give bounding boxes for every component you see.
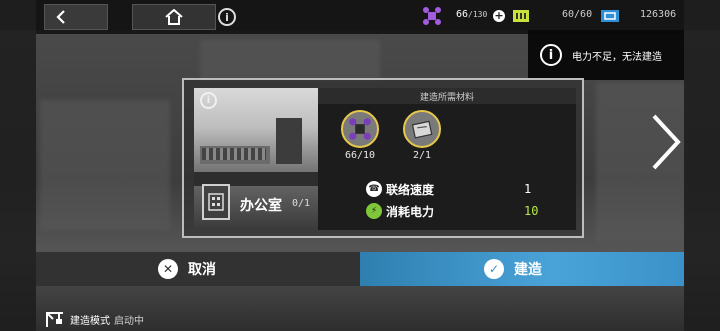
chevron-right-icon[interactable] [646,112,686,172]
stat-value: 1 [524,182,532,196]
battery-count: 60/60 [562,9,593,20]
top-bar: i 66/130 + 60/60 126306 [36,0,684,34]
check-icon: ✓ [484,259,504,279]
material-item[interactable]: 66/10 [340,110,380,161]
back-button[interactable] [44,4,108,30]
info-icon[interactable]: i [200,92,217,109]
room-count: 0/1 [292,198,311,209]
coin-count: 126306 [640,9,677,20]
build-button[interactable]: ✓ 建造 [360,252,684,286]
home-icon [165,9,183,25]
notice-text: 电力不足，无法建造 [572,51,662,63]
info-icon[interactable]: i [218,8,236,26]
build-mode-label: 建造模式 [70,315,110,327]
stat-power-consumption: ⚡ 消耗电力 [366,202,434,220]
cancel-label: 取消 [188,262,216,278]
material-item[interactable]: 2/1 [402,110,442,161]
contact-icon: ☎ [366,181,382,197]
stat-label: 消耗电力 [386,204,435,219]
requirements-title: 建造所需材料 [318,88,576,104]
drone-icon [349,118,371,140]
plus-icon[interactable]: + [493,10,505,22]
close-icon: ✕ [158,259,178,279]
build-dialog: i 建造所需材料 66/10 2/1 办公室 0/1 ☎ 联络速度 1 ⚡ 消耗… [182,78,584,238]
drone-max: /130 [468,10,488,19]
crane-icon [46,312,63,327]
drone-icon [423,7,441,25]
material-count: 66/10 [344,150,376,161]
stat-label: 联络速度 [386,182,435,197]
document-icon [411,120,433,139]
ticket-icon [601,10,619,22]
build-mode-state: 启动中 [114,315,144,327]
stat-contact-speed: ☎ 联络速度 [366,180,434,198]
background-panel [40,100,170,230]
room-name: 办公室 [240,198,282,214]
build-mode-status: 建造模式 启动中 [44,310,144,328]
stat-value: 10 [524,204,539,218]
build-label: 建造 [514,262,542,278]
cancel-button[interactable]: ✕ 取消 [36,252,360,286]
home-button[interactable] [132,4,216,30]
building-icon [202,184,230,220]
dialog-panel: i 建造所需材料 66/10 2/1 办公室 0/1 ☎ 联络速度 1 ⚡ 消耗… [194,88,576,230]
battery-icon [513,10,529,22]
chevron-left-icon [56,10,65,24]
material-count: 2/1 [412,150,432,161]
drone-count: 66 [456,9,469,20]
power-warning-notice: i 电力不足，无法建造 [528,30,684,80]
left-edge [0,0,36,331]
right-edge [684,0,720,331]
background-panel [200,40,380,80]
power-icon: ⚡ [366,203,382,219]
info-icon: i [540,44,562,66]
